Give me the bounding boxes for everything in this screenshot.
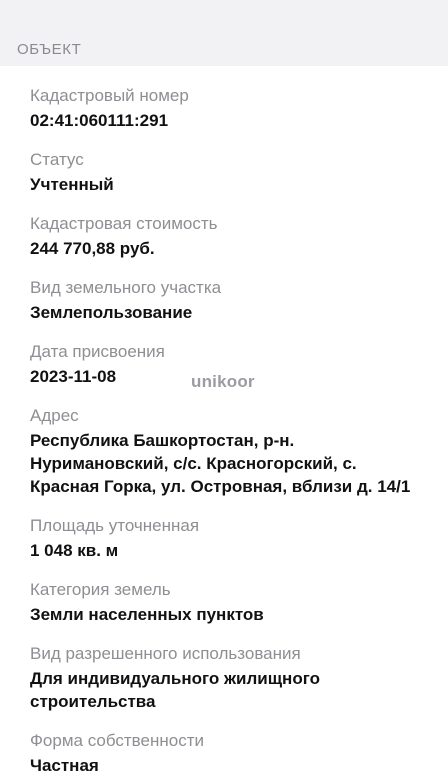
field-value: Землепользование	[30, 303, 193, 322]
field-value: Для индивидуального жилищного строительс…	[30, 669, 320, 711]
field-value: Частная	[30, 756, 99, 775]
field-value: 02:41:060111:291	[30, 111, 169, 130]
field-label: Дата присвоения	[30, 342, 165, 361]
field-value: Земли населенных пунктов	[30, 605, 264, 624]
field-label: Форма собственности	[30, 731, 204, 750]
field-address: Адрес Республика Башкортостан, р-н. Нури…	[30, 406, 418, 498]
field-label: Категория земель	[30, 580, 171, 599]
field-cadastral-value: Кадастровая стоимость 244 770,88 руб.	[30, 214, 418, 260]
field-cadastral-number: Кадастровый номер 02:41:060111:291	[30, 86, 418, 132]
field-specified-area: Площадь уточненная 1 048 кв. м	[30, 516, 418, 562]
field-value: 1 048 кв. м	[30, 541, 119, 560]
field-label: Адрес	[30, 406, 79, 425]
field-land-category: Категория земель Земли населенных пункто…	[30, 580, 418, 626]
field-label: Площадь уточненная	[30, 516, 200, 535]
field-label: Кадастровый номер	[30, 86, 189, 105]
field-value: Учтенный	[30, 175, 114, 194]
field-value: 244 770,88 руб.	[30, 239, 155, 258]
object-details: Кадастровый номер 02:41:060111:291 Стату…	[0, 66, 448, 777]
field-land-plot-type: Вид земельного участка Землепользование	[30, 278, 418, 324]
field-value: Республика Башкортостан, р-н. Нуримановс…	[30, 431, 411, 496]
watermark-logo: unikoor	[191, 372, 255, 391]
field-label: Вид земельного участка	[30, 278, 222, 297]
section-header: ОБЪЕКТ	[0, 0, 448, 66]
field-ownership-form: Форма собственности Частная	[30, 731, 418, 777]
field-label: Кадастровая стоимость	[30, 214, 218, 233]
field-status: Статус Учтенный	[30, 150, 418, 196]
field-label: Вид разрешенного использования	[30, 644, 301, 663]
section-title: ОБЪЕКТ	[17, 41, 82, 58]
field-permitted-use: Вид разрешенного использования Для индив…	[30, 644, 418, 713]
field-label: Статус	[30, 150, 84, 169]
